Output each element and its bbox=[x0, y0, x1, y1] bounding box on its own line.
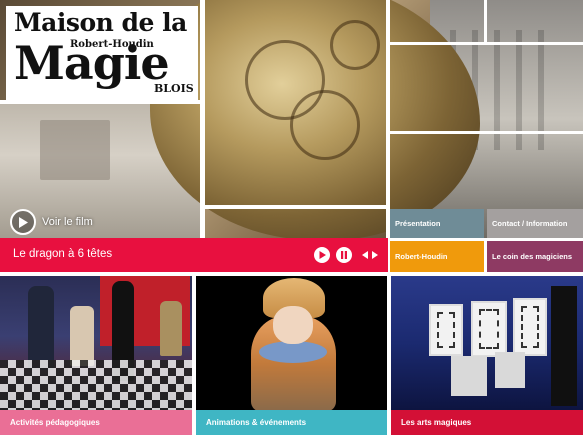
slide-caption: Le dragon à 6 têtes bbox=[13, 248, 113, 260]
panel-image bbox=[196, 276, 387, 411]
play-icon[interactable] bbox=[314, 247, 330, 263]
next-arrow-icon[interactable] bbox=[371, 249, 379, 261]
logo-line-robert-houdin: Robert-Houdin bbox=[70, 39, 154, 50]
nav-tile-label: Contact / Information bbox=[492, 219, 568, 228]
panel-label: Les arts magiques bbox=[391, 410, 583, 435]
nav-tile-contact[interactable]: Contact / Information bbox=[487, 209, 583, 238]
panel-label: Animations & événements bbox=[196, 410, 387, 435]
play-circle-icon bbox=[10, 209, 36, 235]
homepage: Maison de la Magie Robert-Houdin BLOIS V… bbox=[0, 0, 583, 435]
pause-icon[interactable] bbox=[336, 247, 352, 263]
prev-arrow-icon[interactable] bbox=[361, 249, 369, 261]
slideshow-caption-bar: Le dragon à 6 têtes bbox=[0, 238, 388, 272]
nav-tile-label: Robert-Houdin bbox=[395, 252, 448, 261]
watch-film-label: Voir le film bbox=[42, 216, 93, 228]
logo-line-blois: BLOIS bbox=[154, 82, 194, 95]
panel-activites-pedagogiques[interactable]: Activités pédagogiques bbox=[0, 276, 192, 435]
dragon-scale bbox=[290, 90, 360, 160]
nav-tile-label: Le coin des magiciens bbox=[492, 252, 573, 261]
nav-tile-coin-magiciens[interactable]: Le coin des magiciens bbox=[487, 241, 583, 272]
panel-label: Activités pédagogiques bbox=[0, 410, 192, 435]
logo-line-maison: Maison de la bbox=[14, 8, 187, 37]
nav-tile-robert-houdin[interactable]: Robert-Houdin bbox=[390, 241, 484, 272]
panel-arts-magiques[interactable]: Les arts magiques bbox=[391, 276, 583, 435]
panel-animations-evenements[interactable]: Animations & événements bbox=[196, 276, 387, 435]
nav-tile-presentation[interactable]: Présentation bbox=[390, 209, 484, 238]
nav-tile-label: Présentation bbox=[395, 219, 441, 228]
watch-film-button[interactable]: Voir le film bbox=[10, 208, 93, 236]
panel-image bbox=[391, 276, 583, 410]
dragon-scale bbox=[330, 20, 380, 70]
logo[interactable]: Maison de la Magie Robert-Houdin BLOIS bbox=[6, 6, 198, 100]
